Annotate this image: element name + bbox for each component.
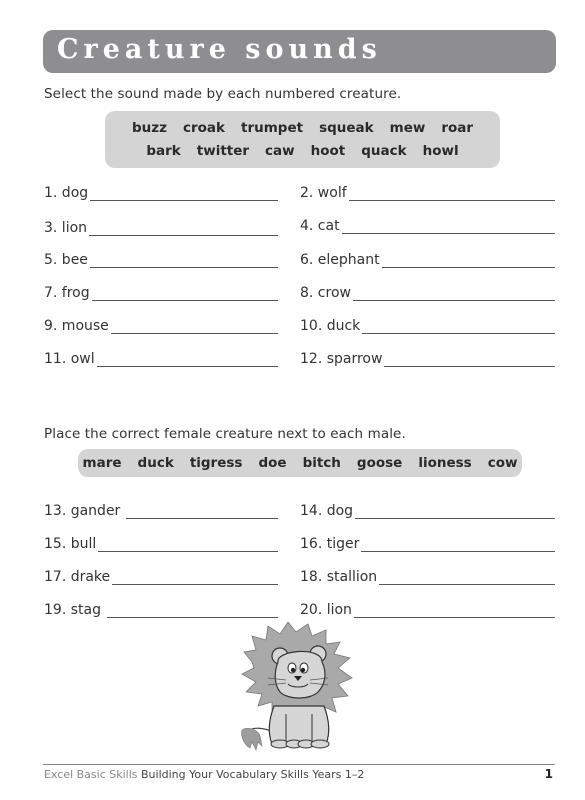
answer-line[interactable] xyxy=(110,320,278,334)
word-bank-word: tigress xyxy=(189,454,243,471)
word-bank-word: bark xyxy=(146,142,181,159)
question-item: 9. mouse xyxy=(44,314,278,334)
footer-credit: Excel Basic Skills Building Your Vocabul… xyxy=(44,768,364,781)
word-bank-word: buzz xyxy=(131,119,167,136)
question-label: 2. wolf xyxy=(300,185,347,201)
answer-line[interactable] xyxy=(348,187,555,201)
word-bank-word: caw xyxy=(265,142,295,159)
word-bank-word: roar xyxy=(441,119,474,136)
lion-face xyxy=(274,650,326,699)
answer-line[interactable] xyxy=(352,287,555,301)
question-label: 9. mouse xyxy=(44,318,109,334)
sound-word-bank: buzz croak trumpet squeak mew roar bark … xyxy=(105,111,500,168)
page-number: 1 xyxy=(544,767,553,781)
answer-line[interactable] xyxy=(112,571,278,585)
answer-line[interactable] xyxy=(379,571,555,585)
answer-line[interactable] xyxy=(362,320,555,334)
word-bank-word: mare xyxy=(82,454,122,471)
word-bank-word: lioness xyxy=(418,454,472,471)
word-bank-word: trumpet xyxy=(241,119,304,136)
word-bank-word: duck xyxy=(137,454,174,471)
question-label: 4. cat xyxy=(300,218,340,234)
answer-line[interactable] xyxy=(90,187,278,201)
question-item: 2. wolf xyxy=(300,181,555,201)
answer-line[interactable] xyxy=(361,538,555,552)
question-label: 14. dog xyxy=(300,503,354,519)
section2-instruction: Place the correct female creature next t… xyxy=(44,426,406,442)
word-bank-word: hoot xyxy=(310,142,346,159)
question-item: 20. lion xyxy=(300,598,555,618)
question-label: 5. bee xyxy=(44,252,88,268)
question-label: 3. lion xyxy=(44,220,88,236)
question-label: 13. gander xyxy=(44,503,121,519)
word-bank-word: twitter xyxy=(196,142,250,159)
word-bank-row: mare duck tigress doe bitch goose liones… xyxy=(75,452,526,475)
answer-line[interactable] xyxy=(106,604,278,618)
word-bank-word: squeak xyxy=(319,119,374,136)
word-bank-word: bitch xyxy=(302,454,341,471)
question-item: 5. bee xyxy=(44,248,278,268)
question-label: 1. dog xyxy=(44,185,89,201)
question-label: 18. stallion xyxy=(300,569,378,585)
word-bank-word: croak xyxy=(182,119,225,136)
question-item: 6. elephant xyxy=(300,248,555,268)
question-label: 11. owl xyxy=(44,351,95,367)
section1-instruction: Select the sound made by each numbered c… xyxy=(44,86,402,102)
answer-line[interactable] xyxy=(89,222,278,236)
question-item: 15. bull xyxy=(44,532,278,552)
word-bank-word: goose xyxy=(356,454,403,471)
question-item: 10. duck xyxy=(300,314,555,334)
worksheet-page: Creature sounds Select the sound made by… xyxy=(0,0,585,800)
lion-body xyxy=(268,705,330,745)
lion-illustration xyxy=(241,622,353,751)
question-label: 16. tiger xyxy=(300,536,360,552)
word-bank-word: mew xyxy=(389,119,426,136)
question-label: 12. sparrow xyxy=(300,351,383,367)
footer-series: Excel Basic Skills xyxy=(44,768,138,781)
word-bank-row-2: bark twitter caw hoot quack howl xyxy=(138,140,466,163)
page-title: Creature sounds xyxy=(57,34,382,65)
question-label: 15. bull xyxy=(44,536,97,552)
word-bank-word: howl xyxy=(422,142,459,159)
answer-line[interactable] xyxy=(381,254,555,268)
answer-line[interactable] xyxy=(341,220,555,234)
question-item: 11. owl xyxy=(44,347,278,367)
question-item: 16. tiger xyxy=(300,532,555,552)
lion-tail-tuft xyxy=(241,728,263,751)
title-banner: Creature sounds xyxy=(43,30,556,73)
question-item: 12. sparrow xyxy=(300,347,555,367)
footer-book-title: Building Your Vocabulary Skills Years 1–… xyxy=(141,768,365,781)
answer-line[interactable] xyxy=(89,254,278,268)
answer-line[interactable] xyxy=(355,505,555,519)
question-item: 7. frog xyxy=(44,281,278,301)
word-bank-word: doe xyxy=(258,454,287,471)
question-item: 3. lion xyxy=(44,216,278,236)
question-label: 20. lion xyxy=(300,602,352,618)
question-label: 8. crow xyxy=(300,285,351,301)
answer-line[interactable] xyxy=(98,538,278,552)
question-item: 4. cat xyxy=(300,214,555,234)
answer-line[interactable] xyxy=(353,604,555,618)
word-bank-word: quack xyxy=(361,142,407,159)
question-item: 17. drake xyxy=(44,565,278,585)
answer-line[interactable] xyxy=(126,505,278,519)
word-bank-word: cow xyxy=(487,454,518,471)
footer-divider xyxy=(43,764,555,765)
answer-line[interactable] xyxy=(384,353,555,367)
question-item: 8. crow xyxy=(300,281,555,301)
answer-line[interactable] xyxy=(96,353,278,367)
question-label: 10. duck xyxy=(300,318,361,334)
question-label: 19. stag xyxy=(44,602,101,618)
question-item: 13. gander xyxy=(44,499,278,519)
question-item: 19. stag xyxy=(44,598,278,618)
answer-line[interactable] xyxy=(91,287,278,301)
question-label: 6. elephant xyxy=(300,252,380,268)
question-label: 17. drake xyxy=(44,569,111,585)
question-item: 18. stallion xyxy=(300,565,555,585)
question-item: 1. dog xyxy=(44,181,278,201)
female-word-bank: mare duck tigress doe bitch goose liones… xyxy=(78,449,522,477)
question-item: 14. dog xyxy=(300,499,555,519)
question-label: 7. frog xyxy=(44,285,90,301)
word-bank-row-1: buzz croak trumpet squeak mew roar xyxy=(124,117,481,140)
